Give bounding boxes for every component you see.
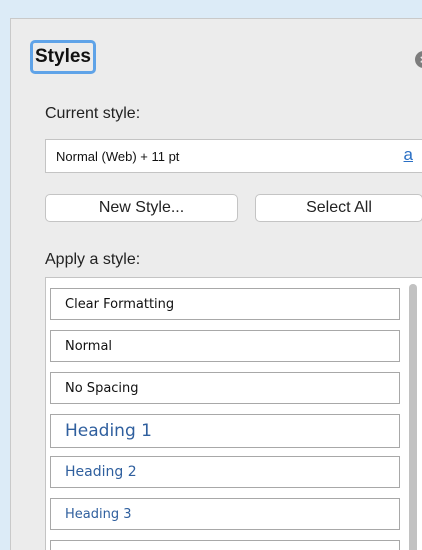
style-item-no-spacing[interactable]: No Spacing bbox=[50, 372, 400, 404]
close-icon[interactable]: × bbox=[415, 51, 422, 68]
apply-style-label: Apply a style: bbox=[45, 251, 141, 268]
scrollbar-thumb[interactable] bbox=[409, 284, 417, 550]
style-list: Clear Formatting Normal No Spacing Headi… bbox=[45, 277, 422, 550]
scrollbar-track[interactable] bbox=[409, 284, 417, 550]
panel-title: Styles bbox=[30, 40, 96, 74]
style-item-heading-4[interactable]: Heading 4 bbox=[50, 540, 400, 550]
styles-panel: Styles × Current style: Normal (Web) + 1… bbox=[10, 18, 422, 550]
style-inspector-link[interactable]: a bbox=[404, 145, 413, 165]
style-item-clear-formatting[interactable]: Clear Formatting bbox=[50, 288, 400, 320]
style-item-heading-3[interactable]: Heading 3 bbox=[50, 498, 400, 530]
current-style-label: Current style: bbox=[45, 105, 141, 122]
select-all-button[interactable]: Select All bbox=[255, 194, 422, 222]
new-style-button[interactable]: New Style... bbox=[45, 194, 238, 222]
style-item-normal[interactable]: Normal bbox=[50, 330, 400, 362]
current-style-value: Normal (Web) + 11 pt bbox=[56, 149, 180, 164]
style-item-heading-1[interactable]: Heading 1 bbox=[50, 414, 400, 448]
style-item-heading-2[interactable]: Heading 2 bbox=[50, 456, 400, 488]
current-style-field: Normal (Web) + 11 pt a bbox=[45, 139, 422, 173]
